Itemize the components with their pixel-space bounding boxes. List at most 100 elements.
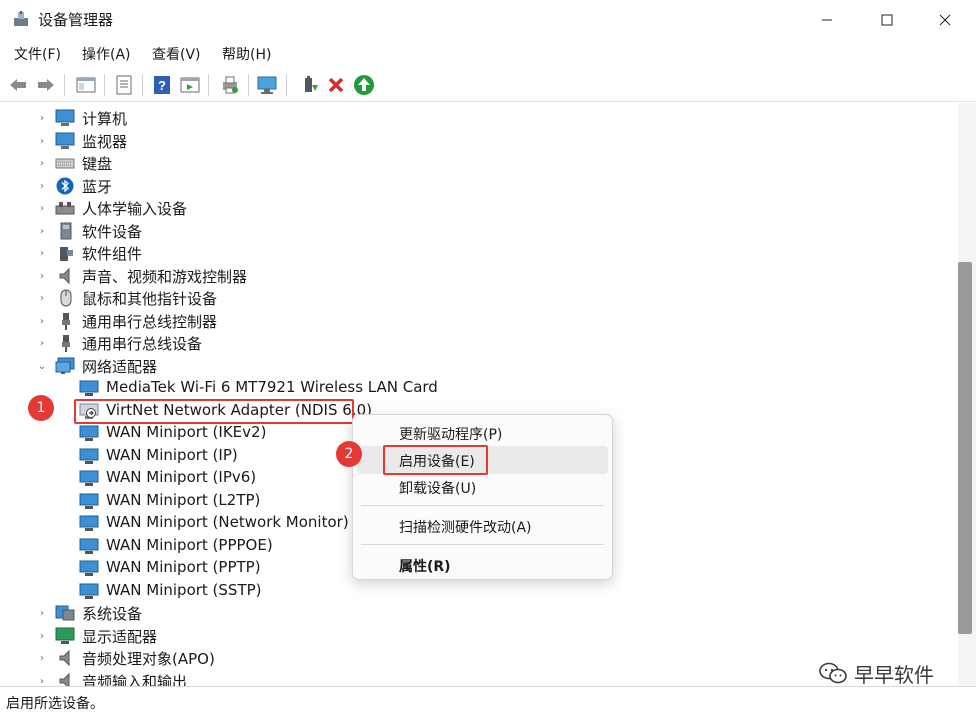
toolbar-separator: [286, 74, 287, 96]
uninstall-button[interactable]: [324, 73, 348, 97]
close-button[interactable]: [918, 0, 972, 40]
chevron-right-icon[interactable]: ›: [36, 651, 48, 665]
tree-node-sound[interactable]: › 声音、视频和游戏控制器: [0, 265, 900, 287]
chevron-right-icon[interactable]: ›: [36, 629, 48, 643]
usb-icon: [57, 334, 77, 352]
toolbar-separator: [248, 74, 249, 96]
toolbar-separator: [64, 74, 65, 96]
help-toolbar-button[interactable]: ?: [150, 73, 174, 97]
tree-node-audio-io[interactable]: › 音频输入和输出: [0, 670, 900, 686]
chevron-right-icon[interactable]: ›: [36, 246, 48, 260]
tree-node-label: 音频输入和输出: [82, 673, 188, 686]
highlight-enable-device: [383, 445, 488, 475]
show-hide-tree-button[interactable]: [74, 73, 98, 97]
chevron-right-icon[interactable]: ›: [36, 156, 48, 170]
network-adapter-icon: [79, 492, 99, 510]
step-badge-1: 1: [28, 395, 54, 421]
tree-node-mice[interactable]: › 鼠标和其他指针设备: [0, 287, 900, 309]
highlight-virtnet: [74, 399, 354, 424]
device-tree: › 计算机 › 监视器 › 键盘 › 蓝牙 › 人体学输入设备 › 软件设备 ›…: [0, 103, 958, 686]
back-arrow-icon: [10, 79, 26, 91]
properties-toolbar-button[interactable]: [112, 73, 136, 97]
chevron-right-icon[interactable]: ›: [36, 269, 48, 283]
tree-node-computer[interactable]: › 计算机: [0, 107, 900, 129]
menu-item-label: 更新驱动程序(P): [399, 427, 503, 443]
tree-node-keyboards[interactable]: › 键盘: [0, 152, 900, 174]
watermark-text: 早早软件: [854, 662, 934, 687]
tree-node-label: 键盘: [82, 155, 113, 173]
forward-arrow-icon: [38, 79, 54, 91]
tree-node-label: 网络适配器: [82, 358, 158, 376]
computer-icon: [55, 109, 75, 127]
tree-node-system-devices[interactable]: › 系统设备: [0, 602, 900, 624]
maximize-button[interactable]: [860, 0, 914, 40]
tree-node-display-adapters[interactable]: › 显示适配器: [0, 625, 900, 647]
scan-hardware-button[interactable]: [256, 73, 280, 97]
network-adapter-icon: [79, 582, 99, 600]
action-pane-button[interactable]: [178, 73, 202, 97]
tree-node-label: WAN Miniport (PPPOE): [106, 536, 273, 554]
toolbar-separator: [208, 74, 209, 96]
step-badge-2: 2: [336, 441, 362, 467]
menu-update-driver[interactable]: 更新驱动程序(P): [357, 419, 608, 447]
chevron-right-icon[interactable]: ›: [36, 224, 48, 238]
menu-help[interactable]: 帮助(H): [220, 44, 273, 64]
chevron-right-icon[interactable]: ›: [36, 201, 48, 215]
menu-action[interactable]: 操作(A): [80, 44, 133, 64]
chevron-right-icon[interactable]: ›: [36, 606, 48, 620]
help-icon: ?: [154, 76, 170, 94]
tree-node-label: 监视器: [82, 133, 128, 151]
tree-node-wan-sstp[interactable]: WAN Miniport (SSTP): [0, 580, 900, 602]
chevron-right-icon[interactable]: ›: [36, 314, 48, 328]
chevron-right-icon[interactable]: ›: [36, 674, 48, 687]
network-adapter-icon: [79, 447, 99, 465]
tree-node-label: 计算机: [82, 110, 128, 128]
tree-node-audio-apo[interactable]: › 音频处理对象(APO): [0, 647, 900, 669]
print-button[interactable]: [218, 73, 242, 97]
audio-io-icon: [57, 672, 77, 686]
tree-node-software-devices[interactable]: › 软件设备: [0, 220, 900, 242]
close-icon: [939, 14, 951, 26]
scrollbar-thumb[interactable]: [958, 262, 972, 634]
menu-view[interactable]: 查看(V): [150, 44, 203, 64]
network-adapter-icon: [79, 514, 99, 532]
enable-device-button[interactable]: [352, 73, 376, 97]
back-button[interactable]: [6, 73, 30, 97]
tree-node-label: 声音、视频和游戏控制器: [82, 268, 248, 286]
context-menu: 更新驱动程序(P) 启用设备(E) 卸载设备(U) 扫描检测硬件改动(A) 属性…: [352, 414, 613, 580]
chevron-right-icon[interactable]: ›: [36, 291, 48, 305]
network-adapter-icon: [79, 537, 99, 555]
tree-node-mediatek-wifi[interactable]: MediaTek Wi-Fi 6 MT7921 Wireless LAN Car…: [0, 377, 900, 399]
tree-node-label: WAN Miniport (PPTP): [106, 558, 261, 576]
tree-node-network-adapters[interactable]: ⌄ 网络适配器: [0, 355, 900, 377]
chevron-right-icon[interactable]: ›: [36, 336, 48, 350]
display-adapter-icon: [55, 627, 75, 645]
chevron-right-icon[interactable]: ›: [36, 111, 48, 125]
menu-properties[interactable]: 属性(R): [357, 551, 608, 579]
chevron-right-icon[interactable]: ›: [36, 179, 48, 193]
forward-button[interactable]: [34, 73, 58, 97]
tree-node-bluetooth[interactable]: › 蓝牙: [0, 175, 900, 197]
tree-node-label: 音频处理对象(APO): [82, 650, 215, 668]
tree-node-software-components[interactable]: › 软件组件: [0, 242, 900, 264]
minimize-button[interactable]: [800, 0, 854, 40]
menu-scan-hardware[interactable]: 扫描检测硬件改动(A): [357, 512, 608, 540]
menu-file[interactable]: 文件(F): [12, 44, 63, 64]
menu-item-label: 扫描检测硬件改动(A): [399, 520, 532, 536]
chevron-down-icon[interactable]: ⌄: [36, 359, 48, 373]
tree-node-usb-devices[interactable]: › 通用串行总线设备: [0, 332, 900, 354]
network-adapter-icon: [79, 469, 99, 487]
update-driver-button[interactable]: [298, 73, 322, 97]
menu-uninstall-device[interactable]: 卸载设备(U): [357, 473, 608, 501]
audio-apo-icon: [57, 649, 77, 667]
usb-icon: [57, 312, 77, 330]
red-x-icon: [328, 77, 344, 93]
green-up-arrow-icon: [354, 75, 374, 95]
tree-node-usb-controllers[interactable]: › 通用串行总线控制器: [0, 310, 900, 332]
tree-node-label: WAN Miniport (Network Monitor): [106, 513, 349, 531]
tree-node-hid[interactable]: › 人体学输入设备: [0, 197, 900, 219]
tree-node-label: 通用串行总线设备: [82, 335, 203, 353]
tree-node-monitors[interactable]: › 监视器: [0, 130, 900, 152]
chevron-right-icon[interactable]: ›: [36, 134, 48, 148]
menu-item-label: 属性(R): [399, 559, 451, 575]
